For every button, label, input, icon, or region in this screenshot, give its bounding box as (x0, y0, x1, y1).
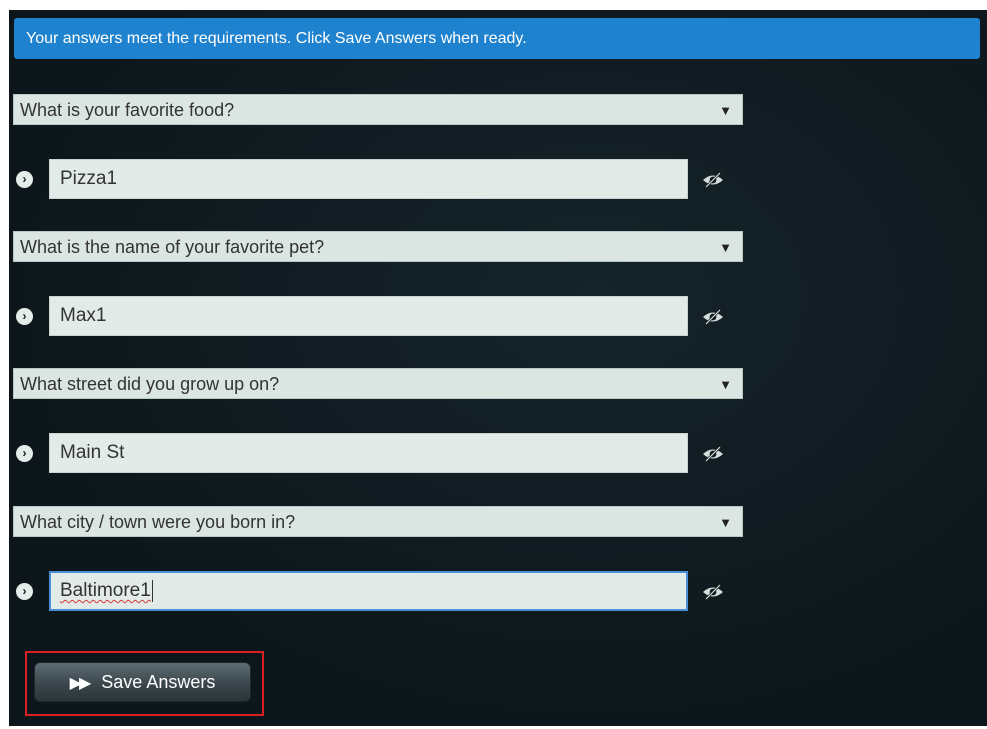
eye-slash-icon[interactable] (702, 309, 724, 325)
chevron-right-circle-icon: › (16, 171, 33, 188)
answer-field-4[interactable]: Baltimore1 (49, 571, 688, 611)
answer-field-1-value: Pizza1 (60, 168, 118, 189)
chevron-right-circle-icon: › (16, 583, 33, 600)
chevron-right-circle-icon: › (16, 445, 33, 462)
question-select-2-value: What is the name of your favorite pet? (20, 237, 325, 257)
save-answers-label: Save Answers (101, 672, 216, 692)
question-select-3[interactable]: What street did you grow up on? ▼ (13, 368, 743, 399)
chevron-right-circle-icon: › (16, 308, 33, 325)
answer-field-3-value: Main St (60, 442, 125, 463)
requirements-banner: Your answers meet the requirements. Clic… (14, 18, 980, 59)
answer-field-2-value: Max1 (60, 305, 107, 326)
question-select-4[interactable]: What city / town were you born in? ▼ (13, 506, 743, 537)
question-select-1-value: What is your favorite food? (20, 100, 235, 120)
answer-field-3[interactable]: Main St (49, 433, 688, 473)
answer-field-4-value: Baltimore1 (60, 580, 151, 601)
fast-forward-icon: ▶▶ (69, 675, 92, 692)
save-answers-button[interactable]: ▶▶ Save Answers (34, 662, 251, 702)
caret-down-icon: ▼ (719, 515, 732, 530)
eye-slash-icon[interactable] (702, 172, 724, 188)
caret-down-icon: ▼ (719, 240, 732, 255)
caret-down-icon: ▼ (719, 377, 732, 392)
question-select-3-value: What street did you grow up on? (20, 374, 280, 394)
question-select-2[interactable]: What is the name of your favorite pet? ▼ (13, 231, 743, 262)
caret-down-icon: ▼ (719, 103, 732, 118)
answer-field-2[interactable]: Max1 (49, 296, 688, 336)
text-cursor (151, 579, 153, 602)
answer-field-1[interactable]: Pizza1 (49, 159, 688, 199)
question-select-1[interactable]: What is your favorite food? ▼ (13, 94, 743, 125)
question-select-4-value: What city / town were you born in? (20, 512, 296, 532)
eye-slash-icon[interactable] (702, 446, 724, 462)
eye-slash-icon[interactable] (702, 584, 724, 600)
